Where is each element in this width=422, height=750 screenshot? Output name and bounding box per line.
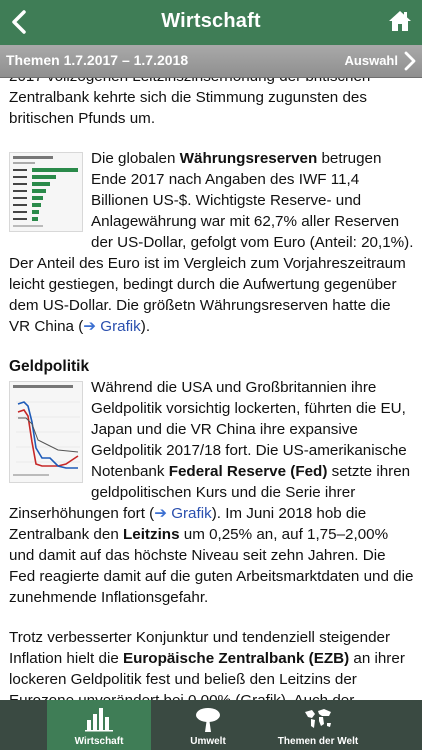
text-run: ). xyxy=(140,318,151,335)
header-bar: Wirtschaft xyxy=(0,0,422,45)
page-title: Wirtschaft xyxy=(161,10,261,32)
text-run: Die globalen xyxy=(91,150,180,167)
grafik-link[interactable]: ➔ Grafik xyxy=(154,505,211,522)
section-heading: Geldpolitik xyxy=(9,358,90,375)
paragraph-3: Während die USA und Großbritannien ihre … xyxy=(9,377,414,608)
tab-umwelt[interactable]: Umwelt xyxy=(156,700,260,750)
paragraph-4: Trotz verbesserter Konjunktur und tenden… xyxy=(9,627,414,700)
tab-wirtschaft[interactable]: Wirtschaft xyxy=(47,700,151,750)
article-content[interactable]: 2017 vollzogenen Leitzinszinserhöhung de… xyxy=(0,78,422,700)
globe-icon xyxy=(305,709,331,728)
arrow-right-icon: ➔ xyxy=(83,318,97,335)
tab-themen-der-welt[interactable]: Themen der Welt xyxy=(266,700,370,750)
paragraph-1: 2017 vollzogenen Leitzinszinserhöhung de… xyxy=(9,78,414,129)
term-bold: Währungsreserven xyxy=(179,150,318,167)
currency-reserves-thumbnail[interactable] xyxy=(9,152,83,232)
tab-bar: Wirtschaft Umwelt Themen der Welt xyxy=(0,700,422,750)
interest-rate-thumbnail[interactable] xyxy=(9,381,83,483)
tab-label: Themen der Welt xyxy=(277,736,359,747)
bar-chart-icon xyxy=(85,708,113,732)
paragraph-text: 2017 vollzogenen Leitzinszinserhöhung de… xyxy=(9,78,370,127)
link-label: Grafik xyxy=(100,318,141,335)
paragraph-2: Die globalen Währungsreserven betrugen E… xyxy=(9,148,414,337)
grafik-link[interactable]: ➔ Grafik xyxy=(83,318,140,335)
tab-label: Umwelt xyxy=(190,736,226,747)
link-label: Grafik xyxy=(171,505,212,522)
tab-label: Wirtschaft xyxy=(74,736,124,747)
term-bold: Europäische Zentralbank (EZB) xyxy=(122,650,350,667)
chevron-right-icon[interactable] xyxy=(403,51,417,71)
arrow-right-icon: ➔ xyxy=(154,505,167,522)
date-range-bar: Themen 1.7.2017 – 1.7.2018 Auswahl xyxy=(0,45,422,78)
home-icon[interactable] xyxy=(388,9,412,33)
term-bold: Federal Reserve (Fed) xyxy=(168,463,328,480)
tree-icon xyxy=(196,708,220,732)
date-range: Themen 1.7.2017 – 1.7.2018 xyxy=(6,52,189,68)
select-button[interactable]: Auswahl xyxy=(345,53,398,68)
term-bold: Leitzins xyxy=(122,526,180,543)
